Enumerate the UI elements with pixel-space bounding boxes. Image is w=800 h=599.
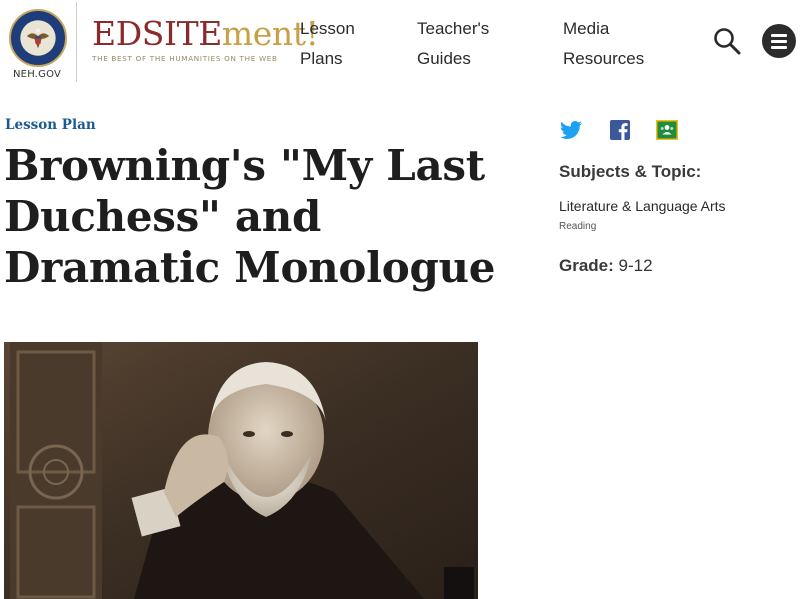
search-icon	[714, 28, 741, 55]
site-header: NEH.GOV EDSITEment! THE BEST OF THE HUMA…	[0, 0, 800, 88]
portrait-photo	[4, 342, 478, 599]
facebook-icon	[610, 120, 630, 140]
grade-label: Grade:	[559, 256, 614, 275]
nav-lesson-plans-line2: Plans	[300, 49, 343, 68]
nav-lesson-plans[interactable]: Lesson Plans	[300, 14, 390, 74]
edsitement-logo[interactable]: EDSITEment! THE BEST OF THE HUMANITIES O…	[92, 14, 319, 63]
nav-teachers-guides[interactable]: Teacher's Guides	[417, 14, 527, 74]
brand-divider	[76, 2, 77, 82]
page-title: Browning's "My Last Duchess" and Dramati…	[4, 141, 496, 292]
content-type-label: Lesson Plan	[5, 117, 96, 133]
brand-wordmark-part1: EDSITE	[92, 14, 222, 53]
grade-level: Grade: 9-12	[559, 256, 653, 276]
subjects-heading: Subjects & Topic:	[559, 162, 702, 181]
portrait-photo-image	[4, 342, 478, 599]
share-facebook-button[interactable]	[608, 118, 632, 142]
neh-seal-logo[interactable]	[9, 9, 67, 67]
grade-value: 9-12	[613, 256, 653, 275]
topic-link[interactable]: Reading	[559, 221, 596, 232]
brand-wordmark: EDSITEment!	[92, 14, 319, 54]
nav-media-resources-line1: Media	[563, 19, 610, 38]
neh-gov-label[interactable]: NEH.GOV	[13, 69, 61, 80]
hamburger-menu-icon	[771, 34, 787, 37]
nav-media-resources-line2: Resources	[563, 49, 645, 68]
share-google-classroom-button[interactable]	[655, 118, 679, 142]
hamburger-menu-icon	[771, 40, 787, 43]
brand-tagline: THE BEST OF THE HUMANITIES ON THE WEB	[92, 54, 278, 63]
nav-lesson-plans-line1: Lesson	[300, 19, 355, 38]
hamburger-menu-icon	[771, 46, 787, 49]
nav-teachers-guides-line2: Guides	[417, 49, 471, 68]
google-classroom-icon	[656, 120, 678, 140]
nav-teachers-guides-line1: Teacher's	[417, 19, 490, 38]
search-button[interactable]	[712, 26, 742, 56]
twitter-icon	[560, 121, 582, 139]
share-twitter-button[interactable]	[559, 118, 583, 142]
eagle-seal-icon	[12, 12, 64, 64]
menu-button[interactable]	[762, 24, 796, 58]
nav-media-resources[interactable]: Media Resources	[563, 14, 663, 74]
subject-link[interactable]: Literature & Language Arts	[559, 198, 726, 214]
